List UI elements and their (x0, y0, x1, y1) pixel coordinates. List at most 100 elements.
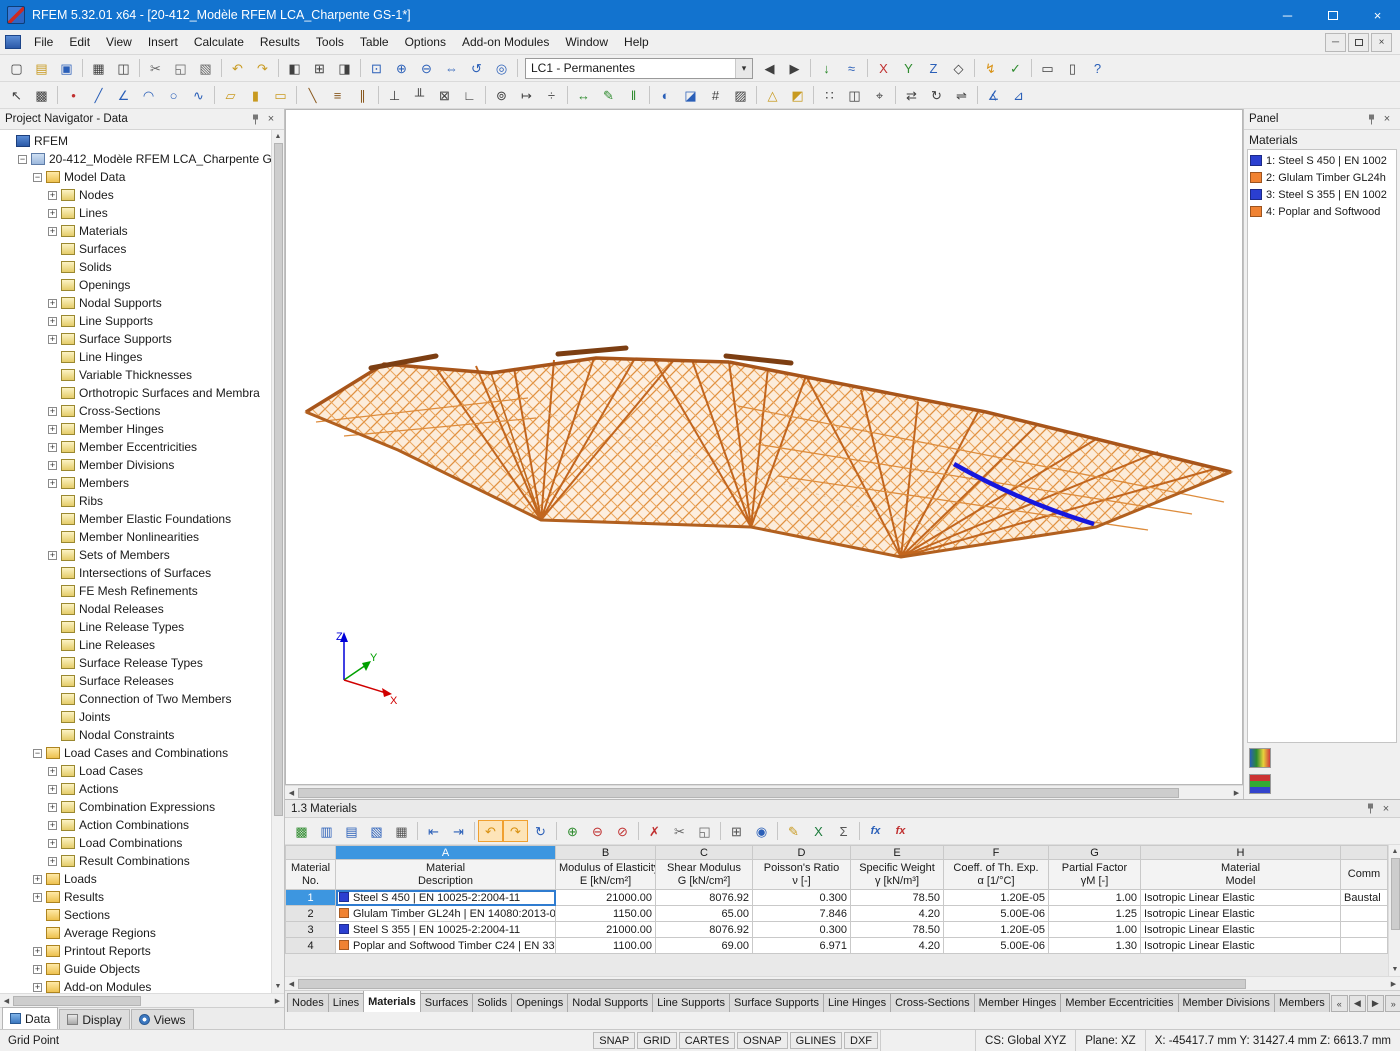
tree-item-add-on-modules[interactable]: +Add-on Modules (0, 978, 270, 993)
value-cell[interactable]: 5.00E-06 (944, 906, 1049, 922)
value-cell[interactable]: 1100.00 (556, 938, 656, 954)
new-circle-button[interactable]: ○ (161, 84, 186, 106)
menu-add-on-modules[interactable]: Add-on Modules (454, 31, 557, 53)
table-tab-member-hinges[interactable]: Member Hinges (974, 993, 1062, 1012)
tree-item-fe-mesh-refinements[interactable]: FE Mesh Refinements (0, 582, 270, 600)
menu-edit[interactable]: Edit (61, 31, 98, 53)
tree-item-line-hinges[interactable]: Line Hinges (0, 348, 270, 366)
tree-item-members[interactable]: +Members (0, 474, 270, 492)
tree-item-load-cases[interactable]: +Load Cases (0, 762, 270, 780)
copy-button[interactable]: ◱ (168, 57, 193, 79)
status-toggle-grid[interactable]: GRID (637, 1032, 677, 1049)
table-horizontal-scrollbar[interactable]: ◀ ▶ (285, 976, 1400, 990)
next-load-case-button[interactable]: ▶ (782, 57, 807, 79)
value-cell[interactable]: 4.20 (851, 938, 944, 954)
tree-expander[interactable]: + (48, 857, 57, 866)
display-settings-button[interactable]: ▨ (728, 84, 753, 106)
new-surface-button[interactable]: ▱ (218, 84, 243, 106)
tree-expander[interactable]: + (33, 875, 42, 884)
maximize-button[interactable] (1310, 0, 1355, 30)
new-opening-button[interactable]: ▭ (268, 84, 293, 106)
table-tab-materials[interactable]: Materials (363, 990, 421, 1012)
tree-expander[interactable]: + (48, 227, 57, 236)
view-z-button[interactable]: Z (921, 57, 946, 79)
panel-toggle-button[interactable]: ◨ (332, 57, 357, 79)
previous-load-case-button[interactable]: ◀ (757, 57, 782, 79)
scroll-left-button[interactable]: ◀ (0, 994, 13, 1007)
table-tab-surface-supports[interactable]: Surface Supports (729, 993, 824, 1012)
tree-item-member-divisions[interactable]: +Member Divisions (0, 456, 270, 474)
redo-button[interactable]: ↷ (250, 57, 275, 79)
column-letter-d[interactable]: D (753, 846, 851, 860)
status-toggle-glines[interactable]: GLINES (790, 1032, 842, 1049)
value-cell[interactable]: 1.25 (1049, 906, 1141, 922)
scroll-up-button[interactable]: ▲ (272, 130, 285, 143)
first-column-button[interactable]: ⇤ (421, 820, 446, 842)
tree-item-load-cases-and-combinations[interactable]: −Load Cases and Combinations (0, 744, 270, 762)
table-tab-openings[interactable]: Openings (511, 993, 568, 1012)
column-letter-c[interactable]: C (656, 846, 753, 860)
material-description-cell[interactable]: Steel S 355 | EN 10025-2:2004-11 (336, 922, 556, 938)
coordinate-system-field[interactable]: CS: Global XYZ (975, 1030, 1075, 1051)
status-toggle-cartes[interactable]: CARTES (679, 1032, 735, 1049)
color-scale-button[interactable] (1249, 748, 1271, 768)
new-window-button[interactable]: ▭ (1035, 57, 1060, 79)
status-toggle-snap[interactable]: SNAP (593, 1032, 635, 1049)
copy-cells-button[interactable]: ◱ (692, 820, 717, 842)
sync-table-selection-button[interactable]: ↷ (503, 820, 528, 842)
table-pin-button[interactable] (1362, 801, 1378, 817)
column-letter-comment[interactable] (1341, 846, 1388, 860)
row-number[interactable]: 3 (286, 922, 336, 938)
menu-calculate[interactable]: Calculate (186, 31, 252, 53)
column-letter-h[interactable]: H (1141, 846, 1341, 860)
materials-table[interactable]: ABCDEFGHMaterialNo.MaterialDescriptionMo… (285, 845, 1388, 954)
value-cell[interactable]: 1.20E-05 (944, 922, 1049, 938)
scrollbar-thumb[interactable] (13, 996, 141, 1006)
navigator-tab-views[interactable]: Views (131, 1009, 194, 1029)
new-node-button[interactable]: • (61, 84, 86, 106)
isometric-view-button[interactable]: ◇ (946, 57, 971, 79)
mdi-restore-button[interactable] (1348, 33, 1369, 52)
tree-expander[interactable]: + (48, 551, 57, 560)
material-row-4[interactable]: 4Poplar and Softwood Timber C24 | EN 331… (286, 938, 1388, 954)
menu-options[interactable]: Options (397, 31, 454, 53)
tree-expander[interactable]: + (33, 947, 42, 956)
tree-item-result-combinations[interactable]: +Result Combinations (0, 852, 270, 870)
tree-item-loads[interactable]: +Loads (0, 870, 270, 888)
navigator-close-button[interactable]: × (263, 111, 279, 127)
scroll-right-button[interactable]: ▶ (1387, 977, 1400, 990)
select-special-button[interactable]: ▩ (29, 84, 54, 106)
refresh-table-button[interactable]: ↻ (528, 820, 553, 842)
status-toggle-dxf[interactable]: DXF (844, 1032, 878, 1049)
section-cut-button[interactable]: ⊿ (1006, 84, 1031, 106)
table-tab-line-hinges[interactable]: Line Hinges (823, 993, 891, 1012)
tree-expander[interactable]: + (48, 299, 57, 308)
material-legend-item[interactable]: 3: Steel S 355 | EN 1002 (1250, 186, 1394, 203)
show-results-button[interactable]: ≈ (839, 57, 864, 79)
formula-button[interactable]: fx (863, 820, 888, 842)
value-cell[interactable]: 8076.92 (656, 922, 753, 938)
tree-item-combination-expressions[interactable]: +Combination Expressions (0, 798, 270, 816)
menu-file[interactable]: File (26, 31, 61, 53)
member-division-button[interactable]: ÷ (539, 84, 564, 106)
value-cell[interactable]: 0.300 (753, 890, 851, 906)
table-tab-member-divisions[interactable]: Member Divisions (1178, 993, 1275, 1012)
check-model-button[interactable]: ✓ (1003, 57, 1028, 79)
select-objects-button[interactable]: ↖ (4, 84, 29, 106)
tree-item-nodal-releases[interactable]: Nodal Releases (0, 600, 270, 618)
table-tab-nodal-supports[interactable]: Nodal Supports (567, 993, 653, 1012)
tree-item-actions[interactable]: +Actions (0, 780, 270, 798)
material-row-2[interactable]: 2Glulam Timber GL24h | EN 14080:2013-011… (286, 906, 1388, 922)
render-colors-button[interactable] (1249, 774, 1271, 794)
table-tab-solids[interactable]: Solids (472, 993, 512, 1012)
menu-insert[interactable]: Insert (140, 31, 186, 53)
table-vertical-scrollbar[interactable]: ▲ ▼ (1388, 845, 1400, 976)
tree-item-connection-of-two-members[interactable]: Connection of Two Members (0, 690, 270, 708)
zoom-all-button[interactable]: ◎ (489, 57, 514, 79)
dimension-button[interactable]: ↔ (571, 84, 596, 106)
navigator-pin-button[interactable] (247, 111, 263, 127)
panel-pin-button[interactable] (1363, 111, 1379, 127)
table-tab-members[interactable]: Members (1274, 993, 1330, 1012)
tree-item-action-combinations[interactable]: +Action Combinations (0, 816, 270, 834)
help-button[interactable]: ? (1085, 57, 1110, 79)
